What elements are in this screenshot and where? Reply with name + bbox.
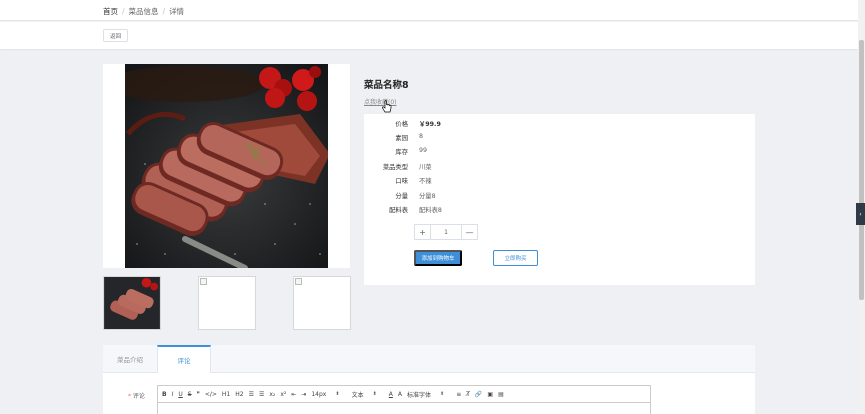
breadcrumb-separator: / bbox=[122, 7, 125, 16]
info-value: 配料表8 bbox=[419, 207, 442, 214]
info-row-type: 菜品类型 川菜 bbox=[364, 162, 564, 172]
side-panel-toggle[interactable]: ‹ bbox=[856, 203, 865, 225]
thumbnail-3[interactable] bbox=[293, 276, 351, 330]
superscript-icon[interactable]: x² bbox=[280, 391, 286, 398]
align-icon[interactable]: ≡ bbox=[456, 391, 461, 398]
comment-panel: * 评论 B I U S ❞ </> H1 H2 ☰ ☰ x₂ x² ⇤ ⇥ 1… bbox=[103, 373, 755, 414]
rich-text-editor[interactable]: B I U S ❞ </> H1 H2 ☰ ☰ x₂ x² ⇤ ⇥ 14px 文… bbox=[157, 385, 651, 414]
info-label: 口味 bbox=[395, 178, 408, 185]
italic-icon[interactable]: I bbox=[172, 391, 174, 398]
quantity-stepper: + 1 — bbox=[414, 224, 478, 240]
breadcrumb-current: 详情 bbox=[169, 7, 185, 16]
back-button[interactable]: 返回 bbox=[103, 29, 128, 42]
indent-icon[interactable]: ⇥ bbox=[301, 391, 306, 398]
info-value: ￥99.9 bbox=[419, 121, 441, 128]
background-color-icon[interactable]: A bbox=[398, 391, 402, 398]
comment-label-text: 评论 bbox=[132, 393, 145, 400]
increase-button[interactable]: + bbox=[415, 225, 431, 239]
editor-toolbar: B I U S ❞ </> H1 H2 ☰ ☰ x₂ x² ⇤ ⇥ 14px 文… bbox=[158, 386, 650, 403]
code-icon[interactable]: </> bbox=[205, 391, 217, 398]
info-label: 素园 bbox=[395, 135, 408, 142]
steak-thumbnail bbox=[104, 277, 160, 329]
strikethrough-icon[interactable]: S bbox=[188, 391, 192, 398]
tab-comments[interactable]: 评论 bbox=[157, 345, 211, 373]
product-info-panel: 价格 ￥99.9 素园 8 库存 99 菜品类型 川菜 口味 不辣 分量 分量8… bbox=[364, 114, 755, 285]
info-label: 分量 bbox=[395, 193, 408, 200]
heading2-icon[interactable]: H2 bbox=[235, 391, 243, 398]
info-row-portion: 分量 分量8 bbox=[364, 191, 564, 201]
font-size-select[interactable]: 14px bbox=[311, 391, 339, 398]
breadcrumb-section[interactable]: 菜品信息 bbox=[129, 6, 159, 17]
image-icon[interactable]: ▣ bbox=[487, 391, 493, 398]
blockquote-icon[interactable]: ❞ bbox=[197, 391, 200, 398]
info-label: 菜品类型 bbox=[382, 164, 408, 171]
info-value: 99 bbox=[419, 147, 428, 154]
add-to-cart-button[interactable]: 添加到购物车 bbox=[414, 250, 462, 266]
top-bar: 首页 / 菜品信息 / 详情 bbox=[0, 0, 858, 21]
link-icon[interactable]: 🔗 bbox=[475, 391, 482, 398]
buy-now-button[interactable]: 立即购买 bbox=[493, 250, 538, 266]
ordered-list-icon[interactable]: ☰ bbox=[249, 391, 254, 398]
block-format-select[interactable]: 文本 bbox=[352, 390, 377, 399]
breadcrumb: 首页 / 菜品信息 / 详情 bbox=[103, 6, 184, 17]
info-row-ingredients: 配料表 配料表8 bbox=[364, 205, 564, 215]
info-row: 素园 8 bbox=[364, 133, 564, 143]
outdent-icon[interactable]: ⇤ bbox=[291, 391, 296, 398]
breadcrumb-separator: / bbox=[162, 7, 166, 16]
underline-icon[interactable]: U bbox=[178, 391, 182, 398]
breadcrumb-home[interactable]: 首页 bbox=[103, 6, 118, 17]
broken-image-icon bbox=[295, 278, 302, 285]
thumbnail-2[interactable] bbox=[198, 276, 256, 330]
comment-label: * 评论 bbox=[128, 391, 145, 400]
decrease-button[interactable]: — bbox=[461, 225, 477, 239]
info-row-taste: 口味 不辣 bbox=[364, 176, 564, 186]
thumbnail-1[interactable] bbox=[103, 276, 161, 330]
font-family-select[interactable]: 标准字体 bbox=[407, 390, 444, 399]
info-value: 川菜 bbox=[419, 164, 432, 171]
subscript-icon[interactable]: x₂ bbox=[269, 391, 275, 398]
info-label: 配料表 bbox=[389, 207, 408, 214]
video-icon[interactable]: ▤ bbox=[498, 391, 504, 398]
quantity-input[interactable]: 1 bbox=[431, 225, 461, 239]
info-row-price: 价格 ￥99.9 bbox=[364, 119, 564, 129]
info-value: 不辣 bbox=[419, 178, 432, 185]
required-mark: * bbox=[128, 393, 131, 400]
product-title: 菜品名称8 bbox=[364, 80, 409, 91]
tab-introduction[interactable]: 菜品介绍 bbox=[103, 345, 157, 373]
info-row-stock: 库存 99 bbox=[364, 147, 564, 157]
info-value: 分量8 bbox=[419, 193, 436, 200]
info-value: 8 bbox=[419, 133, 424, 140]
text-color-icon[interactable]: A bbox=[389, 391, 393, 398]
bullet-list-icon[interactable]: ☰ bbox=[259, 391, 264, 398]
broken-image-icon bbox=[200, 278, 207, 285]
detail-tabs: 菜品介绍 评论 bbox=[103, 345, 755, 373]
main-product-image bbox=[103, 64, 350, 268]
hand-cursor-icon bbox=[382, 100, 392, 113]
info-label: 库存 bbox=[395, 149, 408, 156]
scrollbar-thumb[interactable] bbox=[859, 40, 864, 300]
heading1-icon[interactable]: H1 bbox=[222, 391, 230, 398]
info-label: 价格 bbox=[395, 121, 408, 128]
steak-photo bbox=[125, 64, 328, 268]
clear-format-icon[interactable]: T̸ bbox=[466, 391, 470, 398]
back-bar: 返回 bbox=[0, 22, 858, 49]
bold-icon[interactable]: B bbox=[162, 391, 167, 398]
